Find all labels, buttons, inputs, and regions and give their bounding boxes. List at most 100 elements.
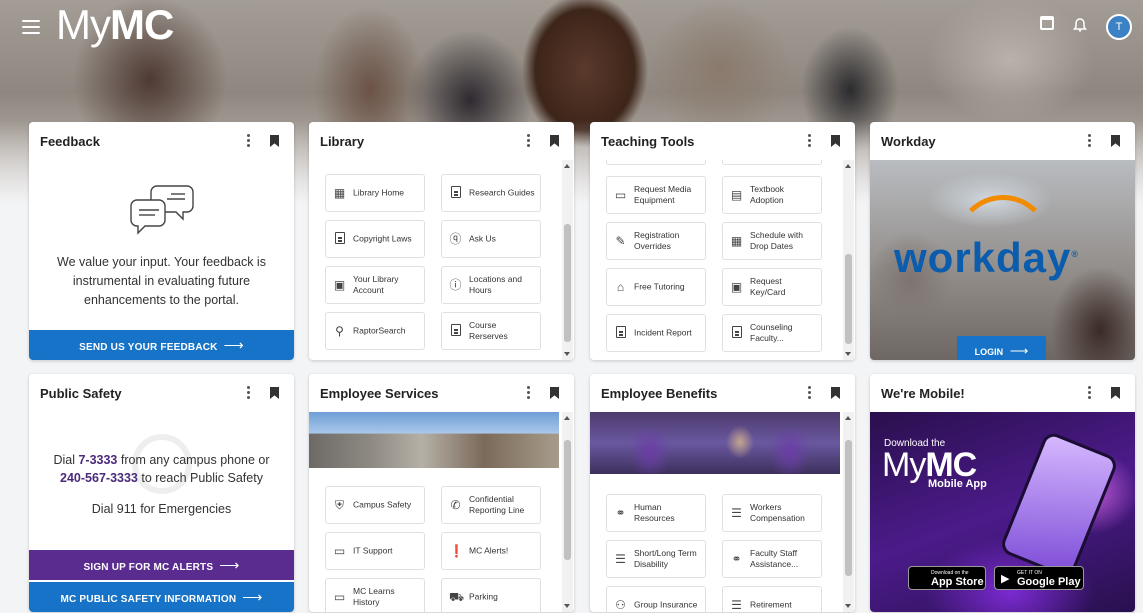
link-group-insurance[interactable]: ⚇ Group Insurance (606, 586, 706, 612)
scroll-thumb[interactable] (564, 224, 571, 342)
bookmark-icon[interactable] (1111, 135, 1120, 147)
hamburger-menu-icon[interactable] (22, 20, 40, 34)
scrollbar[interactable] (843, 412, 854, 612)
mymc-mobile-logo: MyMC (882, 446, 977, 484)
handshake-icon: ⚭ (731, 552, 742, 566)
scrollbar[interactable] (562, 160, 573, 360)
bookmark-icon[interactable] (270, 387, 279, 399)
bookmark-icon[interactable] (270, 135, 279, 147)
link-faculty-staff-assistance[interactable]: ⚭ Faculty Staff Assistance... (722, 540, 822, 578)
scroll-down-icon[interactable] (564, 352, 570, 356)
bookmark-icon[interactable] (550, 387, 559, 399)
scrollbar[interactable] (843, 160, 854, 360)
link-workers-compensation[interactable]: ☰ Workers Compensation (722, 494, 822, 532)
link-mc-learns-history[interactable]: ▭ MC Learns History (325, 578, 425, 612)
document-icon (616, 326, 626, 338)
link-library-home[interactable]: ▦ Library Home (325, 174, 425, 212)
link-confidential-reporting[interactable]: ✆ Confidential Reporting Line (441, 486, 541, 524)
bookmark-icon[interactable] (550, 135, 559, 147)
bookmark-icon[interactable] (831, 387, 840, 399)
send-feedback-button[interactable]: SEND US YOUR FEEDBACK ⟶ (29, 330, 294, 360)
calendar-icon: ▦ (730, 234, 743, 248)
scroll-thumb[interactable] (845, 440, 852, 576)
more-options-icon[interactable] (246, 134, 250, 148)
link-retirement[interactable]: ☰ Retirement (722, 586, 822, 612)
mc-public-safety-info-button[interactable]: MC PUBLIC SAFETY INFORMATION ⟶ (29, 582, 294, 612)
more-options-icon[interactable] (1087, 386, 1091, 400)
link-it-support[interactable]: ▭ IT Support (325, 532, 425, 570)
link-library-account[interactable]: ▣ Your Library Account (325, 266, 425, 304)
safety-icon: ⛨ (334, 498, 344, 512)
send-feedback-label: SEND US YOUR FEEDBACK (79, 342, 218, 353)
card-header: Teaching Tools (590, 122, 855, 160)
employee-services-links[interactable]: ⛨ Campus Safety ✆ Confidential Reporting… (309, 412, 574, 612)
link-copyright-laws[interactable]: Copyright Laws (325, 220, 425, 258)
bookmark-icon[interactable] (831, 135, 840, 147)
link-schedule-drop-dates[interactable]: ▦ Schedule with Drop Dates (722, 222, 822, 260)
alert-icon: ❗ (449, 544, 464, 558)
link-incident-report[interactable]: Incident Report (606, 314, 706, 352)
school-icon: ⌂ (616, 280, 625, 294)
feedback-card: Feedback We value your input. Your feedb… (29, 122, 294, 360)
workday-logo: workday® (894, 234, 1080, 281)
google-play-badge[interactable]: ▶ GET IT ON Google Play (994, 566, 1084, 590)
link-course-reserves[interactable]: Course Rerserves (441, 312, 541, 350)
employee-benefits-links[interactable]: ⚭ Human Resources ☰ Workers Compensation… (590, 412, 855, 612)
link-request-keycard[interactable]: ▣ Request Key/Card (722, 268, 822, 306)
more-options-icon[interactable] (807, 134, 811, 148)
link-parking[interactable]: ⛟ Parking (441, 578, 541, 612)
link-disability[interactable]: ☰ Short/Long Term Disability (606, 540, 706, 578)
teaching-links[interactable]: ▭ Request Media Equipment ▤ Textbook Ado… (590, 160, 855, 360)
list-icon: ☰ (615, 552, 626, 566)
scroll-thumb[interactable] (564, 440, 571, 560)
link-research-guides[interactable]: Research Guides (441, 174, 541, 212)
link-free-tutoring[interactable]: ⌂ Free Tutoring (606, 268, 706, 306)
id-card-icon: ▣ (730, 280, 743, 294)
edit-icon: ✎ (615, 234, 626, 248)
more-options-icon[interactable] (246, 386, 250, 400)
phone-illustration (998, 430, 1120, 580)
app-store-badge[interactable]: Download on the App Store (908, 566, 986, 590)
link-human-resources[interactable]: ⚭ Human Resources (606, 494, 706, 532)
more-options-icon[interactable] (526, 134, 530, 148)
scroll-up-icon[interactable] (564, 164, 570, 168)
card-header: Employee Benefits (590, 374, 855, 412)
link-ask-us[interactable]: ⓠ Ask Us (441, 220, 541, 258)
library-links[interactable]: ▦ Library Home Research Guides Copyright… (309, 160, 574, 360)
bookmark-icon[interactable] (1111, 387, 1120, 399)
public-safety-card: Public Safety Dial 7-3333 from any campu… (29, 374, 294, 612)
bell-icon[interactable] (1073, 18, 1087, 32)
scroll-up-icon[interactable] (564, 416, 570, 420)
link-campus-safety[interactable]: ⛨ Campus Safety (325, 486, 425, 524)
link-request-media[interactable]: ▭ Request Media Equipment (606, 176, 706, 214)
campus-phone-number: 7-3333 (78, 453, 118, 467)
document-icon (732, 326, 742, 338)
handshake-icon: ⚭ (615, 506, 626, 520)
scroll-down-icon[interactable] (845, 352, 851, 356)
scrollbar[interactable] (562, 412, 573, 612)
avatar[interactable]: T (1106, 14, 1132, 40)
link-registration-overrides[interactable]: ✎ Registration Overrides (606, 222, 706, 260)
link-textbook-adoption[interactable]: ▤ Textbook Adoption (722, 176, 822, 214)
link-raptorsearch[interactable]: ⚲ RaptorSearch (325, 312, 425, 350)
employee-benefits-card: Employee Benefits ⚭ Human Resources ☰ Wo… (590, 374, 855, 612)
building-icon: ▦ (333, 186, 346, 200)
scroll-up-icon[interactable] (845, 164, 851, 168)
scroll-thumb[interactable] (845, 254, 852, 344)
public-safety-line-1: Dial 7-3333 from any campus phone or (53, 453, 270, 467)
mymc-logo[interactable]: MyMC (56, 4, 174, 46)
link-counseling-faculty[interactable]: Counseling Faculty... (722, 314, 822, 352)
card-header: Workday (870, 122, 1135, 160)
more-options-icon[interactable] (1087, 134, 1091, 148)
more-options-icon[interactable] (526, 386, 530, 400)
scroll-down-icon[interactable] (845, 604, 851, 608)
sign-up-mc-alerts-button[interactable]: SIGN UP FOR MC ALERTS ⟶ (29, 550, 294, 580)
library-card: Library ▦ Library Home Research Guides C… (309, 122, 574, 360)
link-mc-alerts[interactable]: ❗ MC Alerts! (441, 532, 541, 570)
scroll-down-icon[interactable] (564, 604, 570, 608)
link-locations-hours[interactable]: ⓘ Locations and Hours (441, 266, 541, 304)
more-options-icon[interactable] (807, 386, 811, 400)
scroll-up-icon[interactable] (845, 416, 851, 420)
calendar-icon[interactable] (1040, 16, 1054, 30)
workday-login-button[interactable]: LOGIN ⟶ (957, 336, 1046, 360)
